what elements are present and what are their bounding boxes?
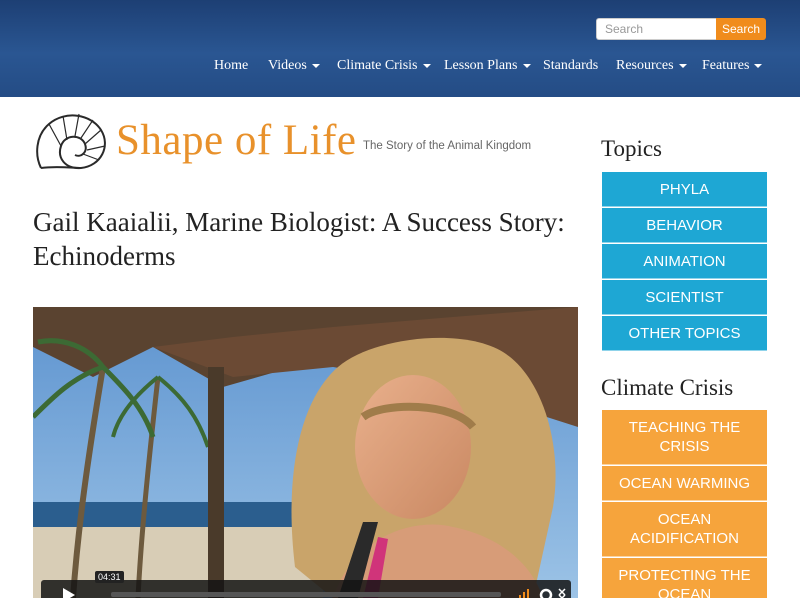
climate-protecting-button[interactable]: PROTECTING THE OCEAN xyxy=(602,558,767,598)
fullscreen-icon xyxy=(558,588,566,598)
site-logo[interactable]: Shape of Life The Story of the Animal Ki… xyxy=(33,112,533,174)
nav-label: Lesson Plans xyxy=(444,58,518,73)
topic-other-button[interactable]: OTHER TOPICS xyxy=(602,316,767,351)
video-frame xyxy=(33,307,578,598)
search-input[interactable] xyxy=(596,18,716,40)
nav-label: Features xyxy=(702,58,750,73)
nautilus-shell-icon xyxy=(36,113,106,170)
nav-standards[interactable]: Standards xyxy=(543,58,598,76)
climate-heading: Climate Crisis xyxy=(601,375,734,400)
nav-climate-crisis[interactable]: Climate Crisis xyxy=(337,58,431,76)
nav-home[interactable]: Home xyxy=(214,58,248,76)
nav-label: Standards xyxy=(543,58,599,73)
nav-label: Videos xyxy=(268,58,307,73)
nav-features[interactable]: Features xyxy=(702,58,763,76)
caret-down-icon xyxy=(422,63,431,68)
nav-resources[interactable]: Resources xyxy=(616,58,687,76)
caret-down-icon xyxy=(754,63,763,68)
video-player[interactable] xyxy=(33,307,578,598)
logo-tagline: The Story of the Animal Kingdom xyxy=(363,140,532,152)
video-duration: 04:31 xyxy=(95,571,124,583)
progress-bar xyxy=(111,592,501,597)
search-button[interactable]: Search xyxy=(716,18,766,40)
climate-ocean-acidification-button[interactable]: OCEAN ACIDIFICATION xyxy=(602,502,767,557)
logo-name: Shape of Life xyxy=(116,117,357,164)
nav-label: Resources xyxy=(616,58,674,73)
climate-ocean-warming-button[interactable]: OCEAN WARMING xyxy=(602,466,767,501)
nav-lesson-plans[interactable]: Lesson Plans xyxy=(444,58,531,76)
caret-down-icon xyxy=(311,63,320,68)
topics-heading: Topics xyxy=(601,136,662,161)
topic-scientist-button[interactable]: SCIENTIST xyxy=(602,280,767,315)
topic-behavior-button[interactable]: BEHAVIOR xyxy=(602,208,767,243)
site-header: Search Home Videos Climate Crisis Lesson… xyxy=(0,0,800,97)
nav-videos[interactable]: Videos xyxy=(268,58,320,76)
play-icon xyxy=(63,588,75,598)
nav-label: Climate Crisis xyxy=(337,58,418,73)
caret-down-icon xyxy=(678,63,687,68)
page-title: Gail Kaaialii, Marine Biologist: A Succe… xyxy=(33,207,565,271)
topic-phyla-button[interactable]: PHYLA xyxy=(602,172,767,207)
nav-label: Home xyxy=(214,58,249,73)
caret-down-icon xyxy=(522,63,531,68)
settings-gear-icon xyxy=(539,588,553,598)
climate-teaching-button[interactable]: TEACHING THE CRISIS xyxy=(602,410,767,465)
topic-animation-button[interactable]: ANIMATION xyxy=(602,244,767,279)
